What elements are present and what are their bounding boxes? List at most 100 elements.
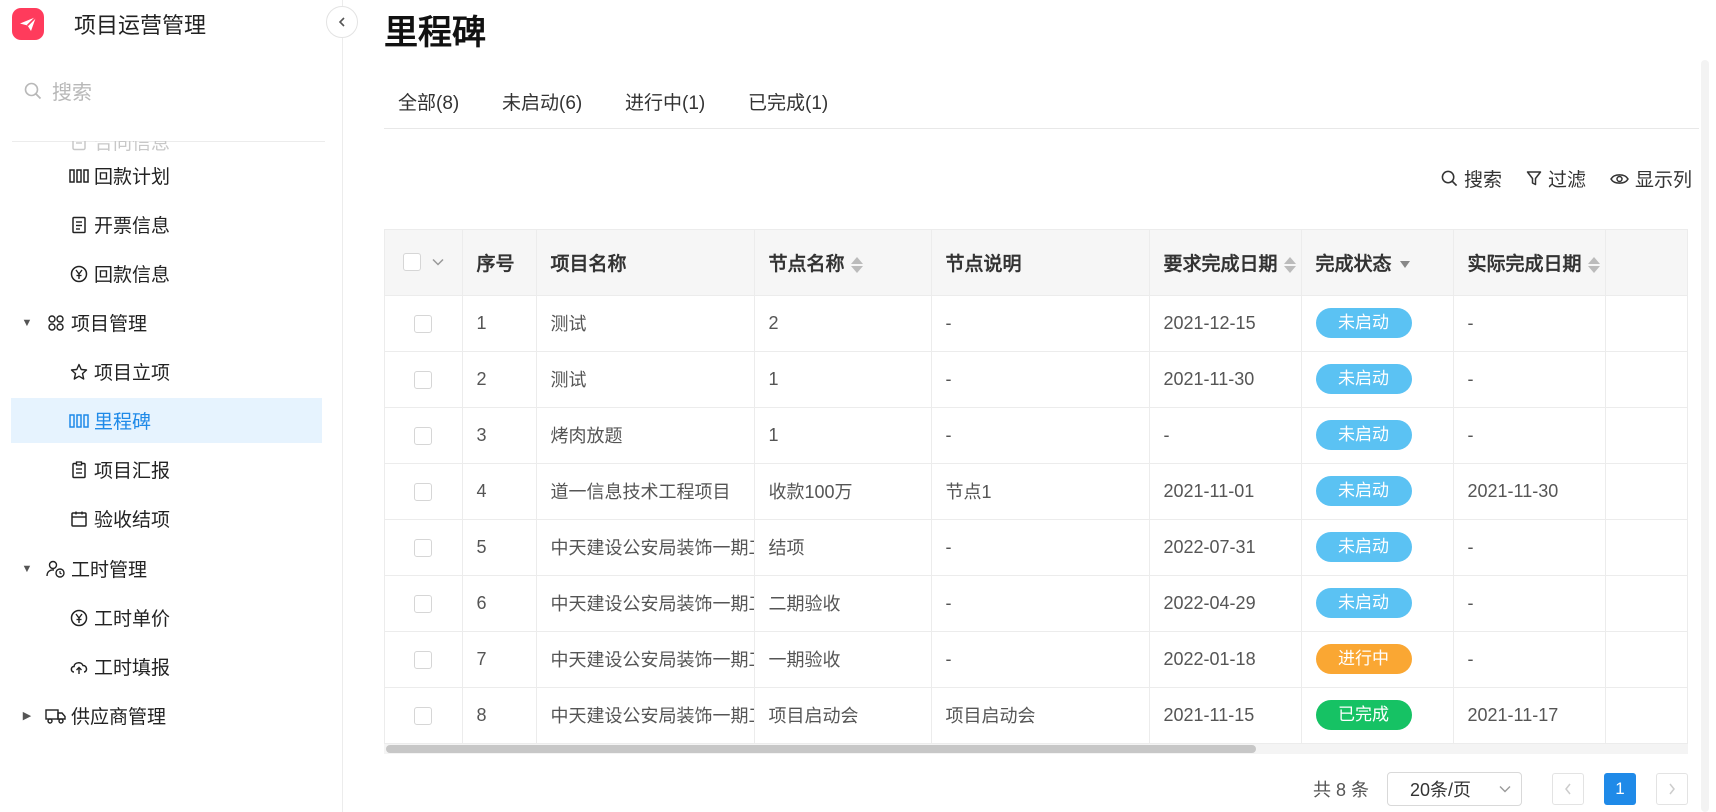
column-header-due-date[interactable]: 要求完成日期 (1149, 230, 1302, 296)
tab-not-started[interactable]: 未启动(6) (502, 88, 582, 129)
sidebar-item[interactable]: ▼ 项目管理 (11, 300, 322, 345)
horizontal-scrollbar[interactable] (384, 744, 1688, 754)
row-checkbox[interactable] (414, 650, 433, 669)
row-select-cell[interactable] (385, 575, 463, 632)
sidebar-item[interactable]: ▶ 供应商管理 (11, 693, 322, 738)
filter-dropdown-icon[interactable] (1399, 261, 1410, 269)
row-select-cell[interactable] (385, 295, 463, 352)
yen-icon (68, 607, 90, 629)
chevron-down-icon (1499, 786, 1511, 793)
sidebar-search-placeholder: 搜索 (52, 82, 92, 104)
sort-icon[interactable] (1587, 256, 1600, 273)
cell-project: 测试 (536, 295, 755, 352)
next-page-button[interactable] (1656, 773, 1688, 805)
cell-actual: 2021-11-30 (1453, 463, 1606, 520)
sidebar-item[interactable]: 回款计划 (11, 153, 322, 198)
cell-node: 一期验收 (754, 631, 932, 688)
table-row[interactable]: 3 烤肉放题 1- - 未启动 - (385, 407, 1687, 464)
select-all-cell[interactable] (385, 230, 463, 296)
brand[interactable]: 项目运营管理 (12, 4, 206, 44)
search-button-label: 搜索 (1463, 170, 1502, 191)
sidebar-search[interactable]: 搜索 (24, 76, 92, 105)
row-checkbox[interactable] (414, 538, 433, 557)
cell-no: 4 (462, 463, 537, 520)
sidebar-item-label: 项目汇报 (94, 461, 171, 482)
row-checkbox[interactable] (414, 370, 433, 389)
collapse-sidebar-button[interactable] (326, 6, 358, 38)
row-select-cell[interactable] (385, 631, 463, 688)
sidebar-item-label: 工时管理 (71, 560, 148, 581)
sidebar-item[interactable]: ▼ 工时管理 (11, 546, 322, 591)
sidebar-item-label: 项目管理 (71, 314, 148, 335)
table-row[interactable]: 8 中天建设公安局装饰一期工 项目启动会 项目启动会 2021-11-15 已完成 2021… (385, 687, 1687, 744)
cell-due: 2022-01-18 (1149, 631, 1302, 688)
sort-icon[interactable] (1283, 256, 1296, 273)
cell-no: 7 (462, 631, 537, 688)
sidebar-item[interactable]: 开票信息 (11, 202, 322, 247)
sort-icon[interactable] (850, 256, 863, 273)
column-label: 节点说明 (945, 253, 1022, 275)
row-checkbox[interactable] (414, 314, 433, 333)
column-label: 序号 (476, 253, 515, 275)
sidebar-item[interactable]: 里程碑 (11, 398, 322, 443)
caret-right-icon[interactable]: ▶ (19, 709, 35, 722)
tab-in-progress[interactable]: 进行中(1) (625, 88, 705, 129)
sidebar-item[interactable]: 工时单价 (11, 595, 322, 640)
sidebar-item[interactable]: 验收结项 (11, 496, 322, 541)
row-select-cell[interactable] (385, 407, 463, 464)
caret-down-icon[interactable]: ▼ (19, 317, 35, 329)
row-select-cell[interactable] (385, 351, 463, 408)
cell-node: 2 (754, 295, 932, 352)
table-row[interactable]: 5 中天建设公安局装饰一期工 结项 -2022-07-31 未启动 - (385, 519, 1687, 576)
page-button-current[interactable]: 1 (1604, 773, 1636, 805)
columns-button[interactable]: 显示列 (1610, 165, 1692, 192)
cell-overflow (1605, 407, 1687, 464)
cell-node: 1 (754, 407, 932, 464)
cell-overflow (1605, 463, 1687, 520)
chevron-left-icon (338, 17, 345, 27)
row-checkbox[interactable] (414, 706, 433, 725)
tab-all[interactable]: 全部(8) (398, 88, 459, 129)
tab-completed[interactable]: 已完成(1) (748, 88, 828, 129)
sidebar-item-label: 项目立项 (94, 363, 171, 384)
caret-down-icon[interactable]: ▼ (19, 563, 35, 575)
vertical-scrollbar[interactable] (1701, 60, 1709, 812)
status-badge: 未启动 (1315, 532, 1412, 562)
cell-node: 收款100万 (754, 463, 932, 520)
table-row[interactable]: 6 中天建设公安局装饰一期工 二期验收 -2022-04-29 未启动 - (385, 575, 1687, 632)
sidebar-item[interactable]: 项目立项 (11, 349, 322, 394)
column-header-node[interactable]: 节点名称 (754, 230, 932, 296)
row-select-cell[interactable] (385, 687, 463, 744)
row-checkbox[interactable] (414, 594, 433, 613)
sidebar-item[interactable]: 工时填报 (11, 644, 322, 689)
columns-button-label: 显示列 (1634, 170, 1692, 191)
sidebar-item[interactable]: 项目汇报 (11, 447, 322, 492)
row-checkbox[interactable] (414, 482, 433, 501)
table-row[interactable]: 1 测试 2-2021-12-15 未启动 - (385, 295, 1687, 352)
row-checkbox[interactable] (414, 426, 433, 445)
chevron-down-icon[interactable] (432, 258, 444, 266)
cell-project: 中天建设公安局装饰一期工 (536, 687, 755, 744)
search-button[interactable]: 搜索 (1441, 165, 1502, 192)
milestone-table: 序号 项目名称 节点名称 节点说明 要求完成日期 完成状态 实际完成日期 1 测试… (384, 229, 1688, 753)
table-row[interactable]: 7 中天建设公安局装饰一期工 一期验收 -2022-01-18 进行中 - (385, 631, 1687, 688)
filter-button[interactable]: 过滤 (1526, 165, 1586, 192)
scrollbar-thumb[interactable] (386, 745, 1256, 753)
cell-no: 1 (462, 295, 537, 352)
table-row[interactable]: 4 道一信息技术工程项目 收款100万 节点1 2021-11-01 未启动 2021-11… (385, 463, 1687, 520)
column-header-status[interactable]: 完成状态 (1301, 230, 1454, 296)
cell-no: 6 (462, 575, 537, 632)
chevron-right-icon (1669, 783, 1675, 795)
table-row[interactable]: 2 测试 1-2021-11-30 未启动 - (385, 351, 1687, 408)
cell-actual: - (1453, 295, 1606, 352)
column-label: 节点名称 (768, 253, 845, 275)
page-size-select[interactable]: 20条/页 (1387, 772, 1522, 806)
cell-desc: - (931, 519, 1150, 576)
column-header-actual-date[interactable]: 实际完成日期 (1453, 230, 1606, 296)
row-select-cell[interactable] (385, 519, 463, 576)
row-select-cell[interactable] (385, 463, 463, 520)
sidebar-item-label: 供应商管理 (71, 707, 167, 728)
prev-page-button[interactable] (1552, 773, 1584, 805)
sidebar-item[interactable]: 回款信息 (11, 251, 322, 296)
select-all-checkbox[interactable] (402, 253, 421, 272)
